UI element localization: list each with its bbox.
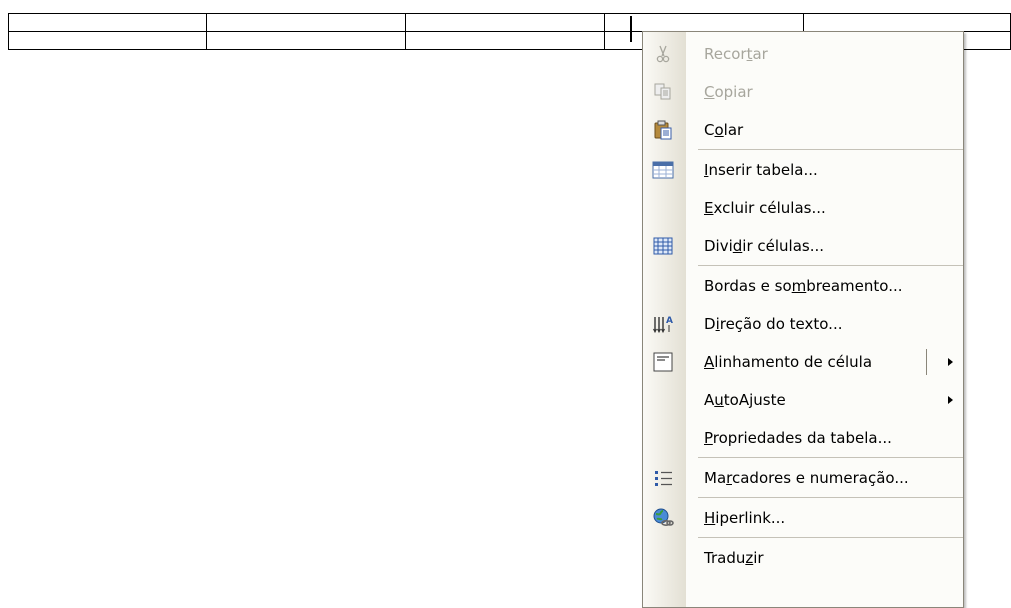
menu-item-label: Marcadores e numeração... — [704, 459, 909, 497]
menu-item-label: Hiperlink... — [704, 499, 785, 537]
table-cell[interactable] — [803, 13, 1011, 32]
insert-table-icon — [652, 160, 674, 180]
access-key: d — [732, 237, 743, 255]
menu-item-label: Dividir células... — [704, 227, 824, 265]
empty-icon-slot — [652, 390, 674, 410]
label-part: Recor — [704, 45, 747, 63]
submenu-split-divider — [926, 349, 927, 375]
label-part: cadores e numeração... — [731, 469, 909, 487]
menu-item-label: Inserir tabela... — [704, 151, 818, 189]
empty-icon-slot — [652, 276, 674, 296]
menu-item-label: Excluir células... — [704, 189, 826, 227]
menu-item-copiar[interactable]: Copiar — [643, 73, 963, 111]
menu-item-hiperlink[interactable]: Hiperlink... — [643, 499, 963, 537]
label-part: Tradu — [704, 549, 746, 567]
menu-item-excluir-celulas[interactable]: Excluir células... — [643, 189, 963, 227]
empty-icon-slot — [652, 198, 674, 218]
context-menu[interactable]: Recortar Copiar Colar Inserir tabela... Excl… — [642, 31, 964, 608]
label-part: xcluir células... — [713, 199, 826, 217]
table-row — [7, 13, 1011, 32]
menu-item-label: AutoAjuste — [704, 381, 786, 419]
access-key: u — [714, 391, 724, 409]
access-key: P — [704, 429, 713, 447]
menu-item-marcadores-e-numeracao[interactable]: Marcadores e numeração... — [643, 459, 963, 497]
access-key: A — [704, 353, 715, 371]
text-cursor — [630, 16, 632, 42]
label-part: Bordas e so — [704, 277, 792, 295]
access-key: m — [791, 277, 807, 295]
menu-item-traduzir[interactable]: Traduzir — [643, 539, 963, 577]
text-direction-icon: A — [652, 314, 674, 334]
submenu-arrow-icon[interactable] — [948, 358, 953, 366]
cell-alignment-icon — [652, 352, 674, 372]
table-cell[interactable] — [604, 13, 805, 32]
table-cell[interactable] — [206, 31, 407, 50]
menu-item-inserir-tabela[interactable]: Inserir tabela... — [643, 151, 963, 189]
menu-item-autoajuste[interactable]: AutoAjuste — [643, 381, 963, 419]
label-part: Divi — [704, 237, 733, 255]
label-part: C — [704, 121, 715, 139]
menu-item-recortar[interactable]: Recortar — [643, 35, 963, 73]
empty-icon-slot — [652, 548, 674, 568]
menu-item-alinhamento-de-celula[interactable]: Alinhamento de célula — [643, 343, 963, 381]
bullets-numbering-icon — [652, 468, 674, 488]
menu-item-label: Propriedades da tabela... — [704, 419, 892, 457]
submenu-arrow-icon[interactable] — [948, 396, 953, 404]
table-cell[interactable] — [7, 31, 208, 50]
access-key: o — [714, 121, 724, 139]
copy-icon — [652, 82, 674, 102]
table-cell[interactable] — [405, 31, 606, 50]
label-part: ir células... — [742, 237, 825, 255]
access-key: C — [704, 83, 715, 101]
table-cell[interactable] — [7, 13, 208, 32]
access-key: H — [704, 509, 716, 527]
label-part: iperlink... — [715, 509, 786, 527]
label-part: opiar — [714, 83, 753, 101]
context-menu-list: Recortar Copiar Colar Inserir tabela... Excl… — [643, 35, 963, 577]
label-part: Ma — [704, 469, 727, 487]
label-part: toAjuste — [723, 391, 786, 409]
label-part: D — [704, 315, 716, 333]
menu-item-bordas-e-sombreamento[interactable]: Bordas e sombreamento... — [643, 267, 963, 305]
menu-item-colar[interactable]: Colar — [643, 111, 963, 149]
table-cell[interactable] — [206, 13, 407, 32]
label-part: ropriedades da tabela... — [712, 429, 892, 447]
menu-item-label: Recortar — [704, 35, 768, 73]
hyperlink-icon — [652, 508, 674, 528]
menu-item-label: Direção do texto... — [704, 305, 842, 343]
label-part: reção do texto... — [719, 315, 843, 333]
label-part: linhamento de célula — [714, 353, 873, 371]
menu-item-direcao-do-texto[interactable]: A Direção do texto... — [643, 305, 963, 343]
label-part: lar — [723, 121, 744, 139]
menu-item-label: Copiar — [704, 73, 753, 111]
menu-item-label: Colar — [704, 111, 743, 149]
scissors-icon — [652, 44, 674, 64]
menu-item-label: Alinhamento de célula — [704, 343, 872, 381]
label-part: A — [704, 391, 715, 409]
table-cell[interactable] — [405, 13, 606, 32]
menu-item-propriedades-da-tabela[interactable]: Propriedades da tabela... — [643, 419, 963, 457]
split-cells-icon — [652, 236, 674, 256]
label-part: ar — [752, 45, 768, 63]
label-part: breamento... — [806, 277, 903, 295]
label-part: nserir tabela... — [708, 161, 818, 179]
label-part: ir — [753, 549, 764, 567]
svg-text:A: A — [666, 316, 673, 326]
menu-item-label: Bordas e sombreamento... — [704, 267, 903, 305]
menu-item-label: Traduzir — [704, 539, 764, 577]
empty-icon-slot — [652, 428, 674, 448]
paste-icon — [652, 120, 674, 140]
menu-item-dividir-celulas[interactable]: Dividir células... — [643, 227, 963, 265]
